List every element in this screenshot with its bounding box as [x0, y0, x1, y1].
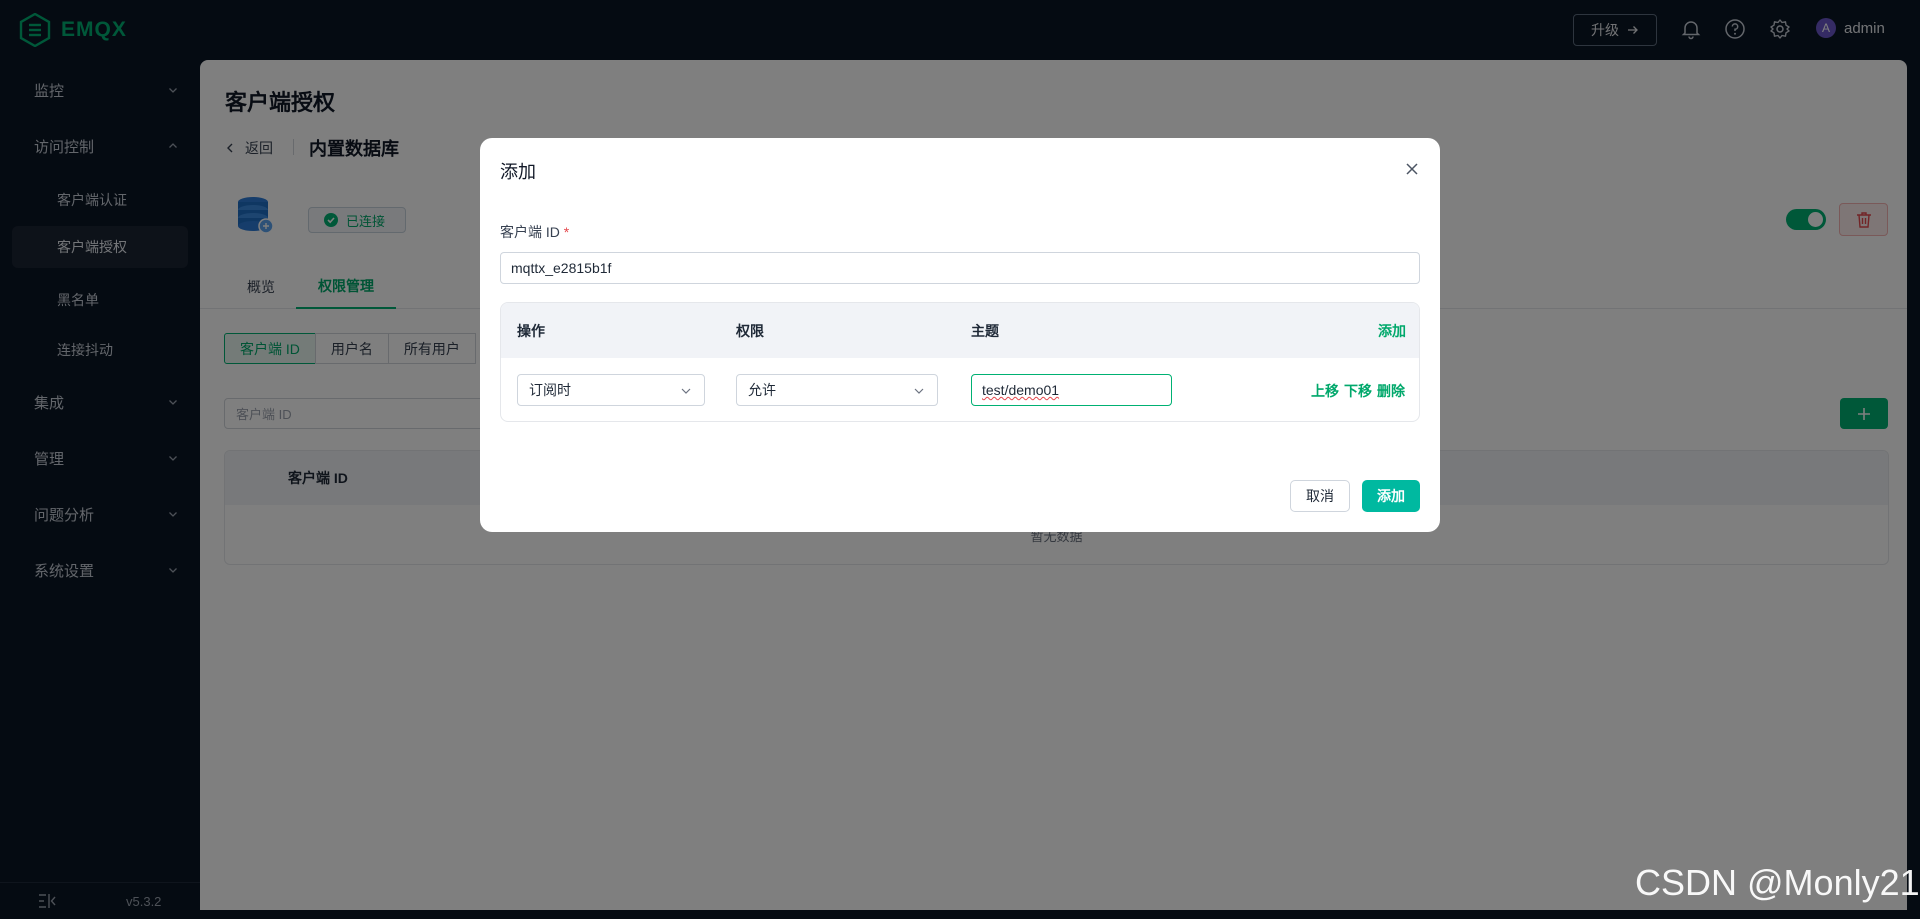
column-topic: 主题	[971, 323, 999, 339]
close-icon[interactable]	[1404, 161, 1420, 177]
action-value: 订阅时	[529, 382, 571, 398]
action-select[interactable]: 订阅时	[517, 374, 705, 406]
column-action: 操作	[517, 323, 545, 339]
rules-header: 操作 权限 主题 添加	[501, 303, 1419, 358]
submit-button[interactable]: 添加	[1362, 480, 1420, 512]
column-permission: 权限	[736, 323, 764, 339]
move-up-link[interactable]: 上移	[1311, 381, 1339, 401]
dialog-title: 添加	[500, 162, 536, 182]
add-dialog: 添加 客户端 ID * mqttx_e2815b1f 操作 权限 主题 添加 订…	[480, 138, 1440, 532]
client-id-label: 客户端 ID *	[500, 222, 569, 242]
cancel-label: 取消	[1306, 488, 1334, 504]
topic-value: test/demo01	[982, 382, 1060, 398]
chevron-down-icon	[914, 388, 924, 394]
cancel-button[interactable]: 取消	[1290, 480, 1350, 512]
rules-editor: 操作 权限 主题 添加 订阅时 允许 test/demo01 上移 下移 删除	[500, 302, 1420, 422]
add-rule-link[interactable]: 添加	[1378, 321, 1406, 341]
required-mark: *	[563, 224, 570, 240]
chevron-down-icon	[681, 388, 691, 394]
submit-label: 添加	[1377, 488, 1405, 504]
permission-value: 允许	[748, 382, 776, 398]
topic-input[interactable]: test/demo01	[971, 374, 1172, 406]
client-id-value: mqttx_e2815b1f	[511, 260, 612, 276]
move-down-link[interactable]: 下移	[1344, 381, 1372, 401]
delete-rule-link[interactable]: 删除	[1377, 381, 1405, 401]
rule-row: 订阅时 允许 test/demo01 上移 下移 删除	[501, 358, 1419, 421]
watermark: CSDN @Monly21	[1635, 862, 1920, 903]
client-id-field[interactable]: mqttx_e2815b1f	[500, 252, 1420, 284]
client-id-label-text: 客户端 ID	[500, 224, 560, 240]
permission-select[interactable]: 允许	[736, 374, 938, 406]
